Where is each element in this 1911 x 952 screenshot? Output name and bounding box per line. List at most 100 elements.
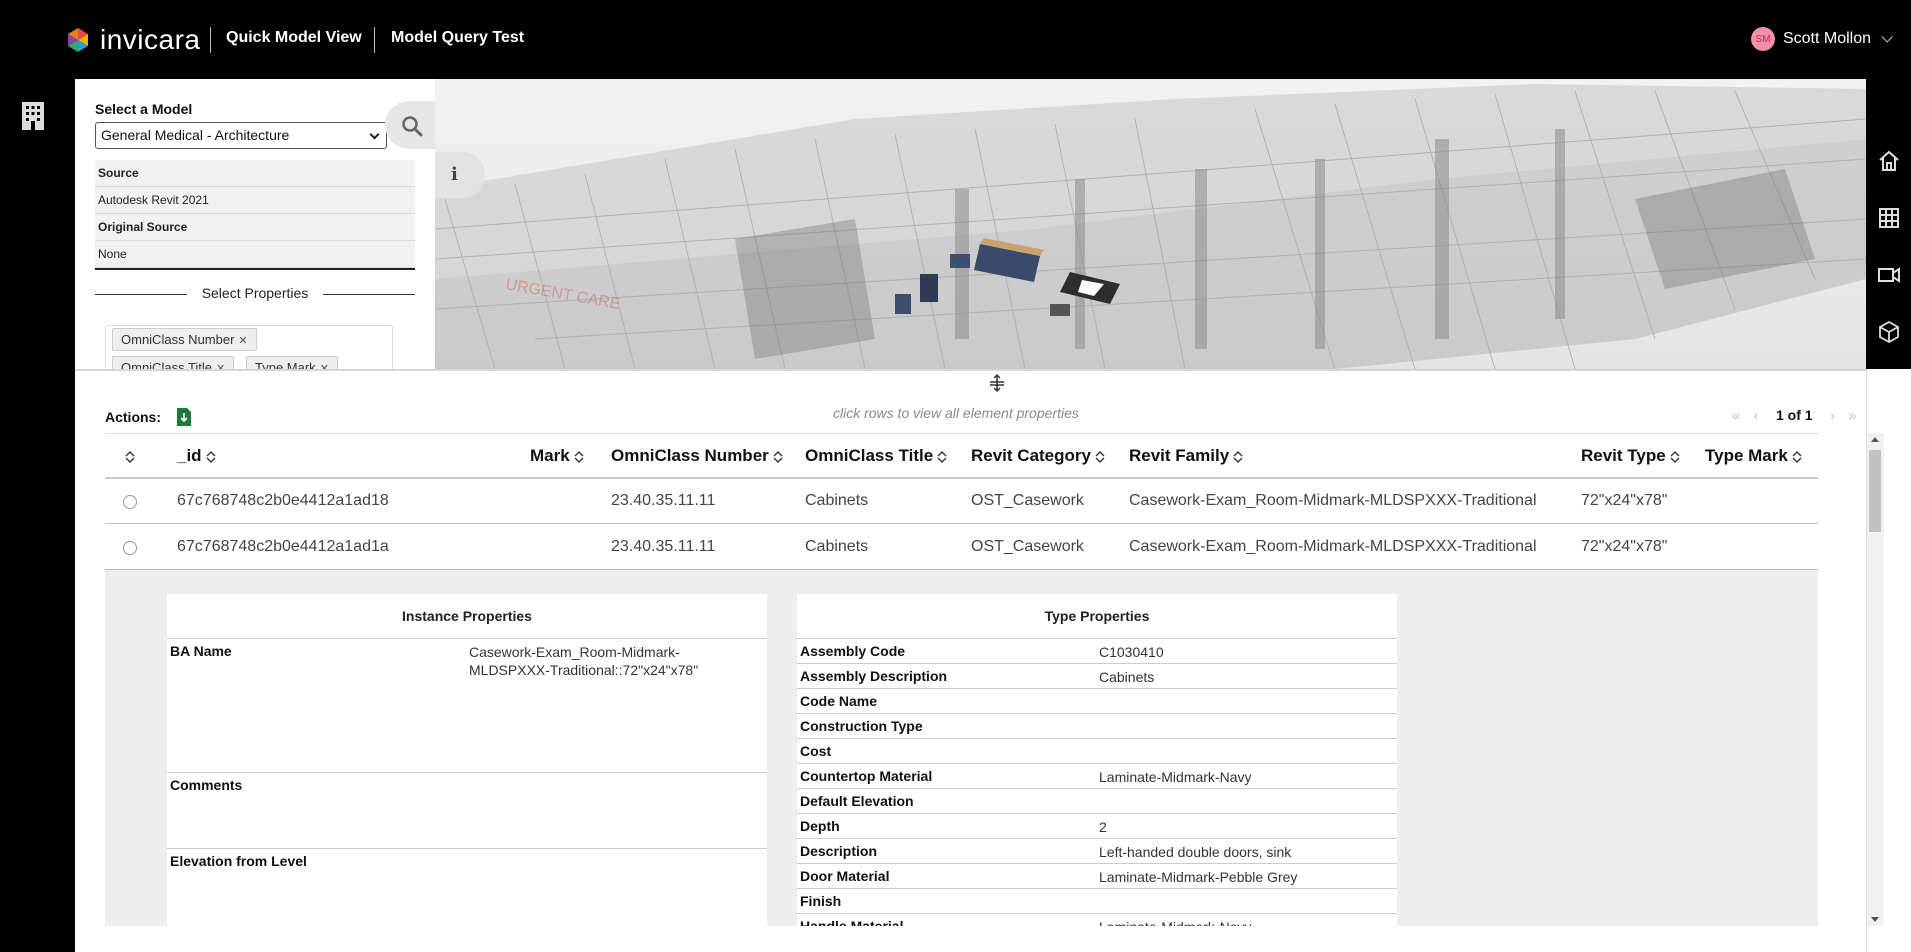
search-button[interactable] [385,101,435,149]
cell-omniclass-number: 23.40.35.11.11 [611,492,716,509]
property-row: Handle Material Laminate-Midmark-Navy [797,914,1397,926]
property-key: Depth [800,818,840,834]
property-value: Casework-Exam_Room-Midmark-MLDSPXXX-Trad… [469,644,699,678]
property-key: Finish [800,893,842,909]
scroll-down-icon[interactable] [1871,917,1879,922]
instance-properties-title: Instance Properties [167,594,767,639]
property-value: Left-handed double doors, sink [1099,844,1292,860]
cell-id: 67c768748c2b0e4412a1ad1a [177,538,389,555]
column-label: Revit Family [1129,446,1230,465]
pane-splitter[interactable] [75,369,1866,371]
nav-model-query-test[interactable]: Model Query Test [391,29,524,47]
cell-revit-type: 72"x24"x78" [1581,492,1668,509]
chip-omniclass-title: OmniClass Title ✕ [112,356,235,369]
property-row: Assembly Description Cabinets [797,664,1397,689]
sort-icon [1670,450,1680,463]
column-header-revit-category[interactable]: Revit Category [971,446,1106,466]
grid-header: _id Mark OmniClass Number OmniClass Titl… [105,433,1818,479]
property-row: Door Material Laminate-Midmark-Pebble Gre… [797,864,1397,889]
first-page-icon[interactable]: « [1726,407,1746,423]
column-header-mark[interactable]: Mark [530,446,585,466]
excel-export-icon[interactable] [176,407,192,427]
scroll-up-icon[interactable] [1871,437,1879,442]
property-key: Elevation from Level [170,853,307,869]
model-panel: Select a Model General Medical - Archite… [75,79,435,369]
nav-quick-model-view[interactable]: Quick Model View [226,29,362,47]
property-row: Cost [797,739,1397,764]
brand-logo[interactable]: invicara [66,24,200,56]
cube-icon[interactable] [1877,320,1901,344]
chevron-down-icon [1881,31,1893,43]
column-header-revit-type[interactable]: Revit Type [1581,446,1681,466]
property-key: Door Material [800,868,890,884]
property-value: Laminate-Midmark-Navy [1099,918,1251,926]
prev-page-icon[interactable]: ‹ [1746,407,1766,423]
property-row: Construction Type [797,714,1397,739]
column-label: OmniClass Number [611,446,769,465]
column-label: Mark [530,446,570,465]
camera-icon[interactable] [1877,263,1901,287]
viewer-toolbar [1866,79,1911,369]
select-model-label: Select a Model [95,101,193,117]
row-click-hint: click rows to view all element propertie… [833,405,1079,421]
sort-icon [206,450,216,463]
sort-icon [1792,450,1802,463]
last-page-icon[interactable]: » [1843,407,1863,423]
cell-revit-family: Casework-Exam_Room-Midmark-MLDSPXXX-Trad… [1129,492,1537,509]
source-value: Autodesk Revit 2021 [95,187,415,214]
top-bar: invicara Quick Model View Model Query Te… [0,0,1911,79]
table-row[interactable]: 67c768748c2b0e4412a1ad1a 23.40.35.11.11 … [105,525,1818,570]
properties-multiselect[interactable]: OmniClass Number ✕ OmniClass Title ✕ Type … [105,325,393,369]
user-menu[interactable]: SM Scott Mollon [1750,27,1893,51]
type-properties-title: Type Properties [797,594,1397,639]
model-3d-viewer[interactable]: URGENT CARE [435,79,1866,369]
pagination: « ‹ 1 of 1 › » [1726,407,1863,423]
home-icon[interactable] [1877,149,1901,173]
property-value: Laminate-Midmark-Pebble Grey [1099,869,1298,885]
sort-icon[interactable] [124,450,136,464]
grid-scrollbar[interactable] [1867,433,1884,926]
original-source-label: Original Source [95,214,415,241]
source-label: Source [95,160,415,187]
table-row[interactable]: 67c768748c2b0e4412a1ad18 23.40.35.11.11 … [105,479,1818,524]
select-properties-label: Select Properties [95,285,415,301]
original-source-value: None [95,241,415,268]
invicara-logo-icon [68,28,88,52]
grid-view-icon[interactable] [1877,206,1901,230]
property-row: Assembly Code C1030410 [797,639,1397,664]
property-value: Cabinets [1099,669,1155,685]
column-header-omniclass-title[interactable]: OmniClass Title [805,446,948,466]
cell-revit-category: OST_Casework [971,538,1084,555]
scroll-thumb[interactable] [1869,450,1881,532]
resize-handle-icon[interactable] [988,374,1006,392]
row-select-radio[interactable] [123,495,137,509]
property-value: C1030410 [1099,644,1164,660]
close-icon[interactable]: ✕ [238,335,247,347]
chip-label: Type Mark [255,360,316,369]
model-select[interactable]: General Medical - Architecture [95,122,387,149]
column-header-type-mark[interactable]: Type Mark [1705,446,1803,466]
info-button[interactable]: i [435,152,485,198]
column-header-id[interactable]: _id [177,446,217,466]
actions-label: Actions: [105,409,161,425]
building-icon[interactable] [21,101,45,131]
page-indicator: 1 of 1 [1776,407,1813,423]
cell-revit-family: Casework-Exam_Room-Midmark-MLDSPXXX-Trad… [1129,538,1537,555]
results-grid: _id Mark OmniClass Number OmniClass Titl… [105,433,1818,926]
column-label: Revit Type [1581,446,1666,465]
chip-omniclass-number: OmniClass Number ✕ [112,328,257,351]
column-header-revit-family[interactable]: Revit Family [1129,446,1244,466]
sort-icon [773,450,783,463]
left-rail [0,79,75,952]
source-table: Source Autodesk Revit 2021 Original Sour… [95,160,415,270]
property-row: Comments [167,773,767,849]
row-select-radio[interactable] [123,541,137,555]
property-row: Code Name [797,689,1397,714]
cell-omniclass-title: Cabinets [805,538,869,555]
property-key: Comments [170,777,243,793]
property-key: Code Name [800,693,878,709]
next-page-icon[interactable]: › [1823,407,1843,423]
column-header-omniclass-number[interactable]: OmniClass Number [611,446,784,466]
cell-omniclass-title: Cabinets [805,492,869,509]
property-key: Handle Material [800,918,904,926]
